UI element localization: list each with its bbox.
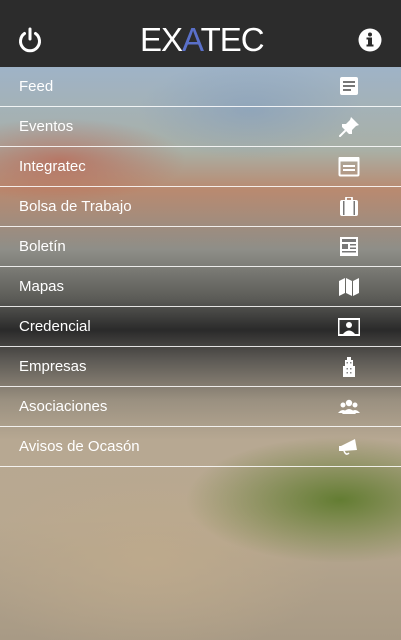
menu-item-label: Asociaciones: [19, 398, 108, 415]
menu-item-label: Bolsa de Trabajo: [19, 198, 132, 215]
menu-item-integratec[interactable]: Integratec: [0, 147, 401, 187]
app-header: EXATEC: [0, 0, 401, 67]
menu-item-label: Eventos: [19, 118, 74, 135]
megaphone-icon: [338, 437, 360, 457]
pin-icon: [338, 117, 360, 137]
feed-icon: [338, 77, 360, 97]
menu-item-label: Empresas: [19, 358, 87, 375]
info-icon[interactable]: [357, 27, 383, 53]
menu-item-empresas[interactable]: Empresas: [0, 347, 401, 387]
menu-item-boletin[interactable]: Boletín: [0, 227, 401, 267]
menu-item-feed[interactable]: Feed: [0, 67, 401, 107]
building-icon: [338, 357, 360, 377]
power-icon[interactable]: [16, 26, 44, 54]
menu-item-credencial[interactable]: Credencial: [0, 307, 401, 347]
group-icon: [338, 397, 360, 417]
menu-item-label: Credencial: [19, 318, 91, 335]
map-icon: [338, 277, 360, 297]
menu-item-label: Feed: [19, 78, 54, 95]
menu-item-avisos-de-ocason[interactable]: Avisos de Ocasón: [0, 427, 401, 467]
briefcase-icon: [338, 196, 360, 217]
menu-item-bolsa-de-trabajo[interactable]: Bolsa de Trabajo: [0, 187, 401, 227]
id-card-icon: [337, 317, 361, 337]
menu-item-label: Avisos de Ocasón: [19, 438, 140, 455]
menu-item-asociaciones[interactable]: Asociaciones: [0, 387, 401, 427]
newspaper-icon: [338, 237, 360, 257]
app-logo: EXATEC: [140, 21, 265, 58]
menu-item-label: Boletín: [19, 238, 66, 255]
menu-item-label: Mapas: [19, 278, 65, 295]
main-menu: Feed Eventos Integratec Bolsa de Trabajo…: [0, 67, 401, 467]
menu-item-mapas[interactable]: Mapas: [0, 267, 401, 307]
menu-item-eventos[interactable]: Eventos: [0, 107, 401, 147]
browser-icon: [338, 156, 360, 177]
menu-item-label: Integratec: [19, 158, 86, 175]
